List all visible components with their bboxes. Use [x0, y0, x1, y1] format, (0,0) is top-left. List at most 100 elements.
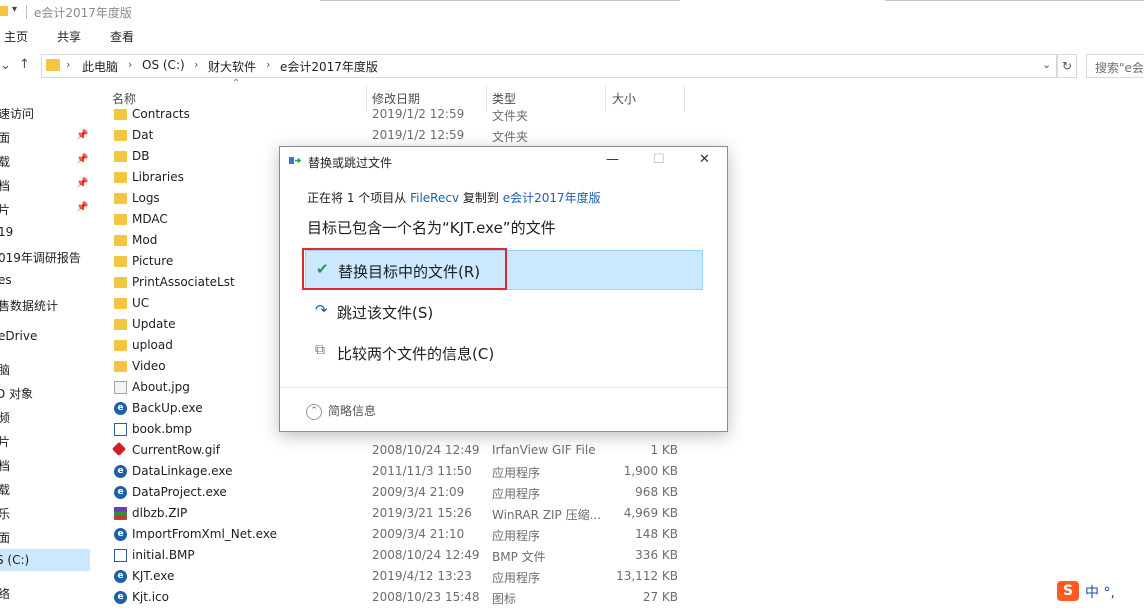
ribbon-tabs: 主页 共享 查看	[0, 24, 1144, 48]
file-name: Update	[132, 317, 176, 331]
nav-item-this-pc[interactable]: 脑	[0, 361, 10, 378]
chevron-right-icon[interactable]: ›	[266, 58, 270, 71]
file-type: 文件夹	[492, 109, 529, 123]
file-row[interactable]: e Kjt.ico 2008/10/23 15:48 图标 27 KB	[104, 587, 704, 608]
file-date: 2019/1/2 12:59	[372, 107, 465, 121]
fewer-details-label: 简略信息	[328, 404, 377, 418]
exe-icon: e	[114, 570, 127, 583]
tab-share[interactable]: 共享	[57, 28, 81, 45]
chevron-right-icon[interactable]: ›	[194, 58, 198, 71]
file-type: 文件夹	[492, 130, 529, 144]
file-date: 2008/10/24 12:49	[372, 443, 480, 457]
pin-icon: 📌	[76, 130, 89, 141]
tab-view[interactable]: 查看	[110, 28, 134, 45]
nav-item[interactable]: 乐	[0, 505, 10, 522]
file-row[interactable]: e ImportFromXml_Net.exe 2009/3/4 21:10 应用程序…	[104, 524, 704, 545]
folder-icon	[114, 298, 127, 309]
quick-access-dropdown-icon[interactable]: ▾	[12, 4, 17, 15]
nav-item[interactable]: D 对象	[0, 385, 33, 402]
folder-icon	[114, 235, 127, 246]
nav-item[interactable]: 面	[0, 529, 10, 546]
sogou-ime-icon[interactable]: S	[1057, 581, 1079, 601]
nav-item[interactable]: 售数据统计	[0, 297, 58, 314]
file-date: 2019/4/12 13:23	[372, 569, 472, 583]
recent-locations-icon[interactable]: ⌄	[0, 58, 11, 73]
nav-item-network[interactable]: 络	[0, 585, 10, 602]
nav-item[interactable]: 19	[0, 225, 13, 239]
file-name: ImportFromXml_Net.exe	[132, 527, 277, 541]
up-arrow-icon[interactable]: ↑	[19, 57, 30, 72]
nav-item[interactable]: 面	[0, 129, 10, 146]
file-date: 2019/3/21 15:26	[372, 506, 472, 520]
file-date: 2009/3/4 21:09	[372, 485, 465, 499]
tab-home[interactable]: 主页	[4, 28, 28, 45]
skip-option[interactable]: ↷ 跳过该文件(S)	[305, 292, 701, 330]
chevron-down-icon[interactable]: ⌄	[1042, 58, 1051, 71]
divider	[885, 0, 1144, 1]
compare-option[interactable]: ⧉ 比较两个文件的信息(C)	[305, 333, 701, 371]
nav-item[interactable]: 档	[0, 457, 10, 474]
search-input[interactable]: 搜索"e会	[1086, 54, 1144, 78]
nav-item-onedrive[interactable]: eDrive	[0, 329, 37, 343]
file-date: 2008/10/24 12:49	[372, 548, 480, 562]
nav-item[interactable]: 载	[0, 481, 10, 498]
ime-mode-text[interactable]: 中 °,	[1085, 582, 1115, 602]
destination-folder-link[interactable]: e会计2017年度版	[503, 191, 601, 205]
file-row[interactable]: CurrentRow.gif 2008/10/24 12:49 IrfanView …	[104, 440, 704, 461]
minimize-button[interactable]: —	[606, 152, 619, 167]
image-icon	[114, 381, 127, 394]
file-size: 1,900 KB	[623, 464, 678, 478]
fewer-details-toggle[interactable]: ⌃ 简略信息	[306, 402, 376, 420]
nav-item[interactable]: 019年调研报告	[0, 249, 81, 266]
folder-icon	[0, 6, 8, 16]
file-name: Logs	[132, 191, 160, 205]
breadcrumb-ekuaiji[interactable]: e会计2017年度版	[280, 58, 378, 75]
folder-icon	[114, 340, 127, 351]
nav-item[interactable]: es	[0, 273, 12, 287]
pin-icon: 📌	[76, 202, 89, 213]
folder-icon	[114, 214, 127, 225]
refresh-button[interactable]: ↻	[1057, 54, 1077, 78]
file-name: Dat	[132, 128, 154, 142]
close-button[interactable]: ✕	[699, 152, 710, 167]
nav-item[interactable]: 载	[0, 153, 10, 170]
file-row[interactable]: e DataLinkage.exe 2011/11/3 11:50 应用程序 1,900…	[104, 461, 704, 482]
file-row[interactable]: Contracts 2019/1/2 12:59 文件夹	[104, 104, 704, 125]
folder-icon	[114, 172, 127, 183]
nav-item-os-c[interactable]: S (C:)	[0, 553, 29, 567]
source-folder-link[interactable]: FileRecv	[410, 191, 459, 205]
title-bar: ▾ e会计2017年度版	[0, 0, 1144, 24]
file-row[interactable]: dlbzb.ZIP 2019/3/21 15:26 WinRAR ZIP 压缩...…	[104, 503, 704, 524]
nav-item[interactable]: 片	[0, 201, 10, 218]
folder-icon	[114, 130, 127, 141]
nav-item[interactable]: 片	[0, 433, 10, 450]
exe-icon: e	[114, 402, 127, 415]
chevron-right-icon[interactable]: ›	[66, 58, 70, 71]
breadcrumb-caida[interactable]: 财大软件	[208, 58, 256, 75]
folder-icon	[114, 256, 127, 267]
file-row[interactable]: e KJT.exe 2019/4/12 13:23 应用程序 13,112 KB	[104, 566, 704, 587]
chevron-up-icon: ⌃	[306, 403, 322, 420]
window-title: e会计2017年度版	[34, 6, 132, 20]
file-row[interactable]: initial.BMP 2008/10/24 12:49 BMP 文件 336 KB	[104, 545, 704, 566]
breadcrumb-os-c[interactable]: OS (C:)	[142, 58, 185, 72]
file-type: 应用程序	[492, 487, 541, 501]
divider	[280, 387, 727, 388]
file-name: BackUp.exe	[132, 401, 203, 415]
maximize-button: ☐	[653, 152, 665, 167]
file-row[interactable]: e DataProject.exe 2009/3/4 21:09 应用程序 968 KB	[104, 482, 704, 503]
nav-item[interactable]: 频	[0, 409, 10, 426]
exe-icon: e	[114, 486, 127, 499]
file-name: Libraries	[132, 170, 184, 184]
ime-status-bar[interactable]: S 中 °,	[1055, 579, 1144, 603]
breadcrumb-this-pc[interactable]: 此电脑	[82, 58, 118, 75]
file-row[interactable]: Dat 2019/1/2 12:59 文件夹	[104, 125, 704, 146]
file-name: About.jpg	[132, 380, 190, 394]
address-bar[interactable]: › 此电脑 › OS (C:) › 财大软件 › e会计2017年度版 ⌄	[41, 54, 1057, 78]
chevron-right-icon[interactable]: ›	[128, 58, 132, 71]
folder-icon	[114, 277, 127, 288]
divider	[320, 0, 680, 1]
nav-item-quick-access[interactable]: 速访问	[0, 105, 34, 122]
nav-item[interactable]: 档	[0, 177, 10, 194]
bmp-icon	[114, 549, 127, 562]
